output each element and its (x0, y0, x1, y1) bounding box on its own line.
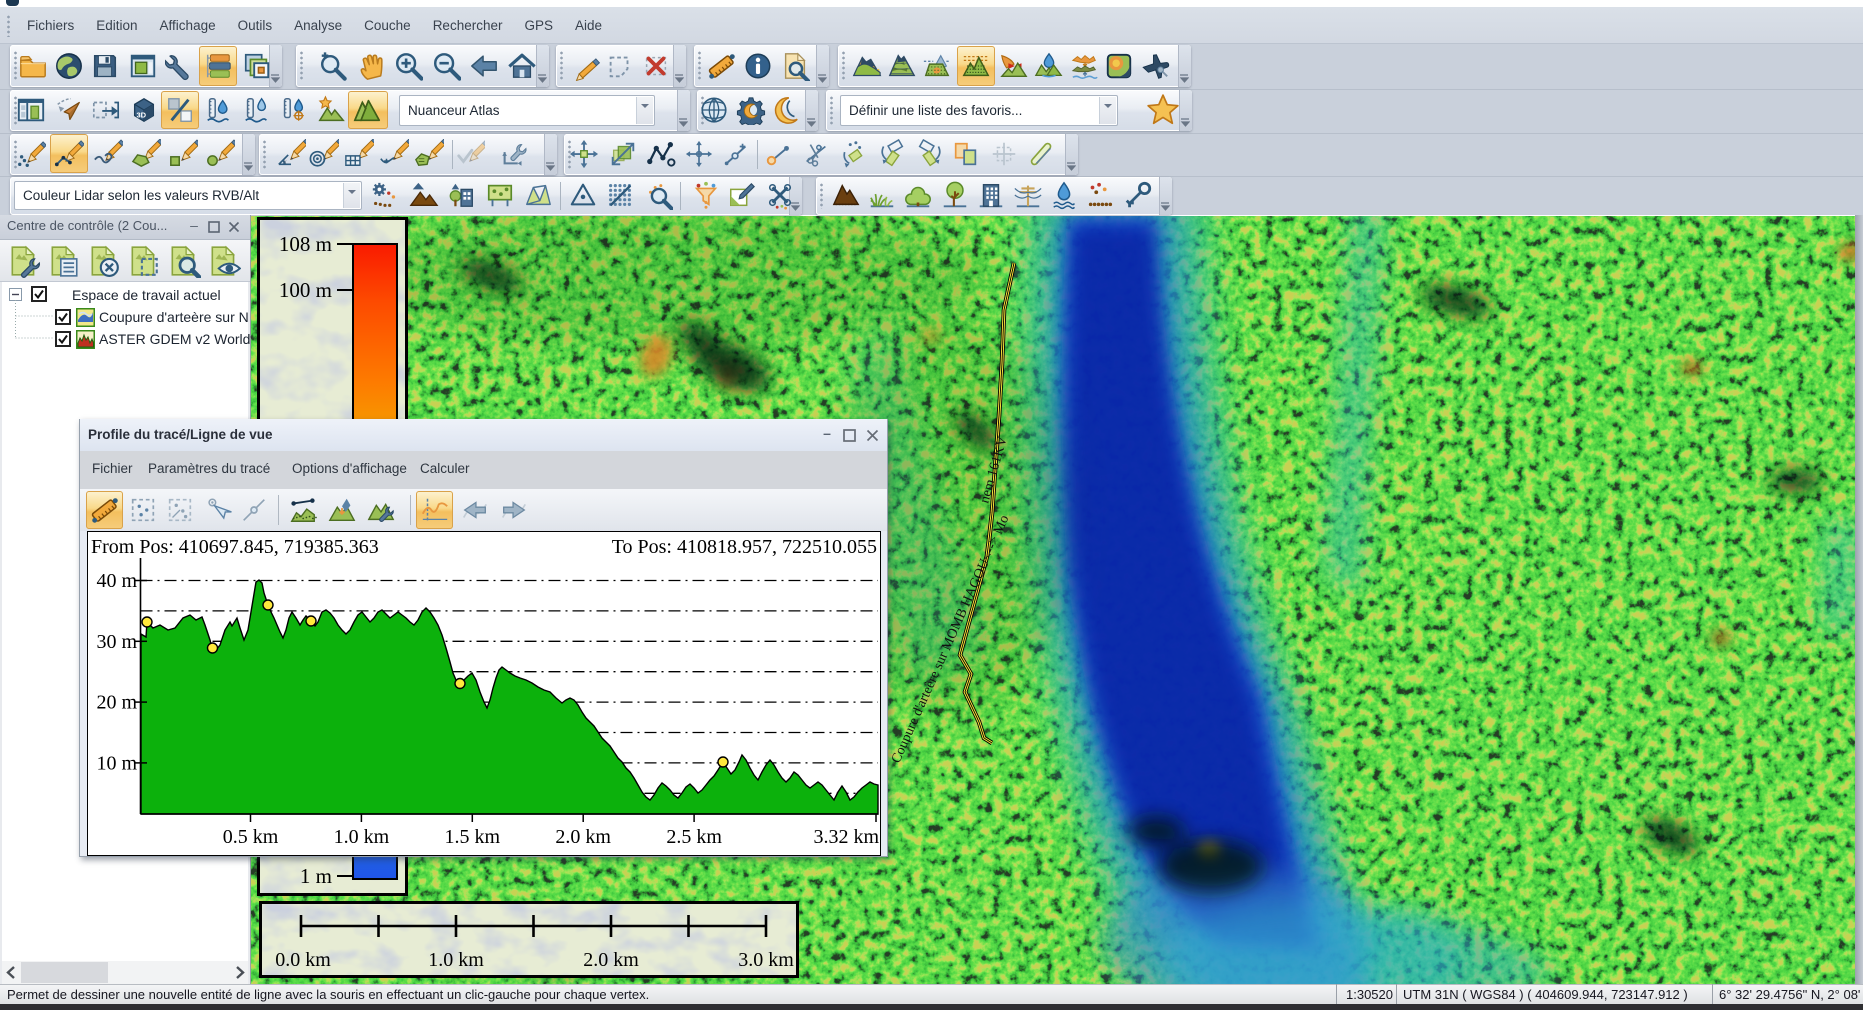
svg-text:x: x (283, 158, 287, 165)
svg-text:20 m: 20 m (96, 692, 137, 714)
svg-text:1.5 km: 1.5 km (445, 826, 501, 848)
svg-text:2.0 km: 2.0 km (583, 949, 639, 971)
svg-text:30 m: 30 m (96, 631, 137, 653)
svg-text:To Pos: 410818.957, 722510.055: To Pos: 410818.957, 722510.055 (612, 536, 877, 558)
svg-text:108 m: 108 m (279, 232, 332, 256)
svg-text:10 m: 10 m (96, 752, 137, 774)
svg-text:3D: 3D (137, 111, 147, 120)
svg-text:1.0 km: 1.0 km (334, 826, 390, 848)
svg-text:100 m: 100 m (279, 278, 332, 302)
svg-text:0.0 km: 0.0 km (275, 949, 331, 971)
svg-text:0.5 km: 0.5 km (223, 826, 279, 848)
svg-text:2.0 km: 2.0 km (555, 826, 611, 848)
svg-text:From Pos: 410697.845, 719385.3: From Pos: 410697.845, 719385.363 (91, 536, 379, 558)
svg-text:3.0 km: 3.0 km (738, 949, 794, 971)
svg-text:1.0 km: 1.0 km (428, 949, 484, 971)
svg-text:40 m: 40 m (96, 570, 137, 592)
svg-text:2.5 km: 2.5 km (666, 826, 722, 848)
svg-text:1 m: 1 m (300, 864, 332, 888)
svg-text:3.32 km: 3.32 km (813, 826, 879, 848)
